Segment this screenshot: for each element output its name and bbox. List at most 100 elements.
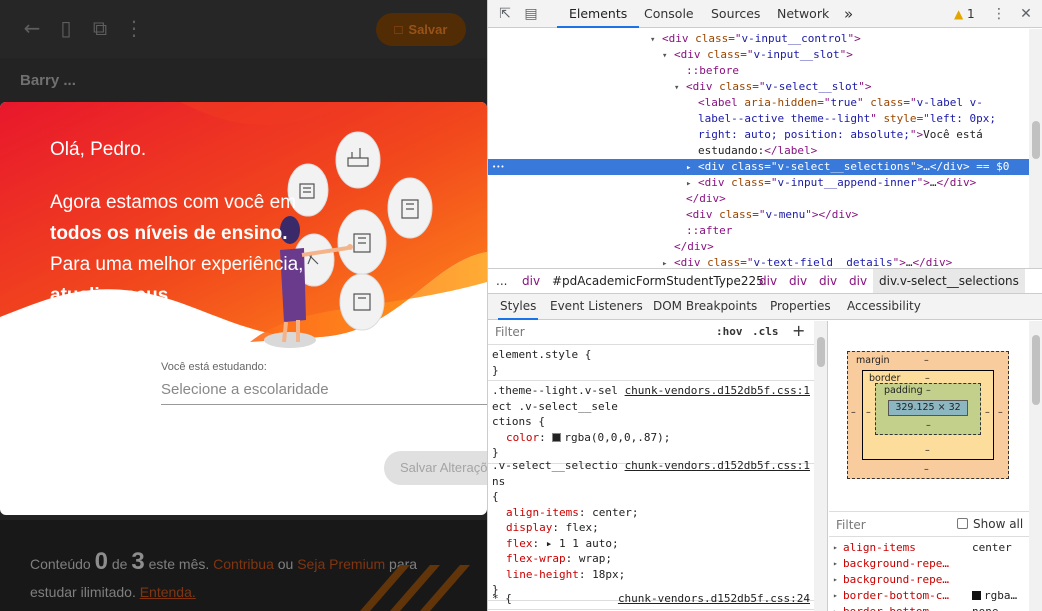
computed-filter-input[interactable]: Filter xyxy=(836,518,866,532)
tab-console[interactable]: Console xyxy=(644,0,694,28)
expand-toggle-icon[interactable]: ▸ xyxy=(686,176,698,192)
computed-property[interactable]: ▸ border-bottom-… none xyxy=(829,604,1029,611)
show-all-checkbox[interactable]: Show all xyxy=(957,517,1023,531)
dom-node[interactable]: ▸ <div class="v-input__append-inner">…</d… xyxy=(488,175,1029,191)
rule-selector[interactable]: .v-select__selections xyxy=(492,458,620,489)
expand-toggle-icon[interactable]: ▸ xyxy=(662,256,674,268)
more-tabs-icon[interactable]: » xyxy=(844,0,853,28)
markup-token: "> xyxy=(909,160,924,173)
box-model-content: 329.125 × 32 xyxy=(888,400,968,416)
expand-toggle-icon[interactable]: ▸ xyxy=(833,556,838,572)
breadcrumb-item[interactable]: div xyxy=(789,269,807,293)
property-name[interactable]: line-height xyxy=(506,568,579,581)
scrollbar-thumb[interactable] xyxy=(1032,335,1040,405)
education-select[interactable]: Selecione a escolaridade xyxy=(161,378,487,405)
dom-node[interactable]: ▸ <div class="v-text-field__details">…</d… xyxy=(488,255,1029,268)
dom-node[interactable]: ▾ <div class="v-select__slot"> xyxy=(488,79,1029,95)
dom-node[interactable]: right: auto; position: absolute;">Você e… xyxy=(488,127,1029,143)
computed-property[interactable]: ▸ align-items center xyxy=(829,540,1029,556)
hov-toggle[interactable]: :hov xyxy=(716,325,743,338)
device-toolbar-icon[interactable]: ▤ xyxy=(522,5,540,23)
styles-filter-input[interactable]: Filter xyxy=(495,325,525,339)
dom-node-selected[interactable]: ••• ▸ <div class="v-select__selections">…<… xyxy=(488,159,1029,175)
property-name[interactable]: align-items xyxy=(506,506,579,519)
tab-sources[interactable]: Sources xyxy=(711,0,760,28)
computed-property[interactable]: ▸ background-repe… xyxy=(829,572,1029,588)
tab-network[interactable]: Network xyxy=(777,0,829,28)
cls-toggle[interactable]: .cls xyxy=(752,325,779,338)
rule-selector[interactable]: element.style { xyxy=(492,347,792,363)
property-value[interactable]: wrap; xyxy=(579,552,612,565)
style-property[interactable]: line-height: 18px; xyxy=(492,567,810,583)
dom-node[interactable]: </div> xyxy=(488,191,1029,207)
breadcrumb-item[interactable]: div xyxy=(819,269,837,293)
expand-toggle-icon[interactable]: ▾ xyxy=(674,29,1029,35)
styles-scrollbar[interactable] xyxy=(814,321,827,611)
dom-node[interactable]: label--active theme--light" style="left:… xyxy=(488,111,1029,127)
property-value[interactable]: center; xyxy=(592,506,638,519)
expand-toggle-icon[interactable]: ▾ xyxy=(650,32,662,48)
style-property[interactable]: display: flex; xyxy=(492,520,810,536)
style-property[interactable]: flex-wrap: wrap; xyxy=(492,551,810,567)
dom-node[interactable]: <label aria-hidden="true" class="v-label… xyxy=(488,95,1029,111)
tab-accessibility[interactable]: Accessibility xyxy=(847,294,921,320)
property-name[interactable]: flex-wrap xyxy=(506,552,566,565)
rule-selector[interactable]: .theme--light.v-select .v-select__select… xyxy=(492,383,620,430)
breadcrumb-item[interactable]: #pdAcademicFormStudentType225 xyxy=(552,269,764,293)
breadcrumb-item[interactable]: div xyxy=(759,269,777,293)
breadcrumb-item[interactable]: div xyxy=(522,269,540,293)
expand-toggle-icon[interactable]: ▾ xyxy=(662,48,674,64)
inspect-element-icon[interactable]: ⇱ xyxy=(496,5,514,23)
dom-node[interactable]: <div class="v-menu"></div> xyxy=(488,207,1029,223)
rule-source-link[interactable]: chunk-vendors.d152db5f.css:1 xyxy=(625,458,810,474)
tab-elements[interactable]: Elements xyxy=(557,0,640,28)
color-swatch[interactable] xyxy=(552,432,562,442)
save-changes-button[interactable]: Salvar Alterações xyxy=(384,451,487,485)
style-property[interactable]: flex: ▸ 1 1 auto; xyxy=(492,536,810,552)
dom-node[interactable]: ::before xyxy=(488,63,1029,79)
markup-token: label--active theme--light xyxy=(698,112,871,125)
new-rule-icon[interactable]: + xyxy=(792,321,805,340)
dom-tree-scrollbar[interactable] xyxy=(1029,29,1042,268)
scrollbar-thumb[interactable] xyxy=(1032,121,1040,159)
tab-dom-breakpoints[interactable]: DOM Breakpoints xyxy=(653,294,757,320)
rule-selector[interactable]: * { xyxy=(492,591,620,607)
warning-icon[interactable]: ▲ 1 xyxy=(954,5,975,23)
expand-toggle-icon[interactable]: ▸ xyxy=(686,160,698,176)
dom-tree[interactable]: ▾ <div class="v-input__control"> ▾ <div cla… xyxy=(488,29,1029,268)
expand-toggle-icon[interactable]: ▸ xyxy=(833,540,838,556)
property-name[interactable]: color xyxy=(506,431,539,444)
tab-styles[interactable]: Styles xyxy=(498,294,539,320)
property-value[interactable]: 18px; xyxy=(592,568,625,581)
devtools-menu-icon[interactable]: ⋮ xyxy=(990,5,1008,23)
property-value[interactable]: ▸ 1 1 auto; xyxy=(546,537,619,550)
computed-scrollbar[interactable] xyxy=(1029,321,1042,611)
breadcrumb-item[interactable]: div.v-select__selections xyxy=(873,269,1025,293)
property-name[interactable]: display xyxy=(506,521,552,534)
dom-node[interactable]: estudando:</label> xyxy=(488,143,1029,159)
rule-source-link[interactable]: chunk-vendors.d152db5f.css:1 xyxy=(625,383,810,399)
property-value[interactable]: rgba(0,0,0,.87); xyxy=(564,431,670,444)
node-actions-icon[interactable]: ••• xyxy=(492,159,505,175)
breadcrumb-item[interactable]: ... xyxy=(496,269,507,293)
tab-properties[interactable]: Properties xyxy=(770,294,831,320)
computed-property[interactable]: ▸ border-bottom-c… rgba… xyxy=(829,588,1029,604)
dom-node[interactable]: ::after xyxy=(488,223,1029,239)
markup-token: right: auto; position: absolute; xyxy=(698,128,910,141)
property-name[interactable]: flex xyxy=(506,537,533,550)
dom-node[interactable]: </div> xyxy=(488,239,1029,255)
computed-property[interactable]: ▸ background-repe… xyxy=(829,556,1029,572)
expand-toggle-icon[interactable]: ▸ xyxy=(833,572,838,588)
close-devtools-icon[interactable]: ✕ xyxy=(1017,5,1035,23)
style-property[interactable]: align-items: center; xyxy=(492,505,810,521)
scrollbar-thumb[interactable] xyxy=(817,337,825,367)
expand-toggle-icon[interactable]: ▸ xyxy=(833,604,838,611)
expand-toggle-icon[interactable]: ▾ xyxy=(674,80,686,96)
rule-source-link[interactable]: chunk-vendors.d152db5f.css:24 xyxy=(618,591,810,607)
expand-toggle-icon[interactable]: ▸ xyxy=(833,588,838,604)
tab-event-listeners[interactable]: Event Listeners xyxy=(550,294,643,320)
style-property[interactable]: color: rgba(0,0,0,.87); xyxy=(492,430,810,446)
property-value[interactable]: flex; xyxy=(566,521,599,534)
dom-node[interactable]: ▾ <div class="v-input__slot"> xyxy=(488,47,1029,63)
breadcrumb-item[interactable]: div xyxy=(849,269,867,293)
